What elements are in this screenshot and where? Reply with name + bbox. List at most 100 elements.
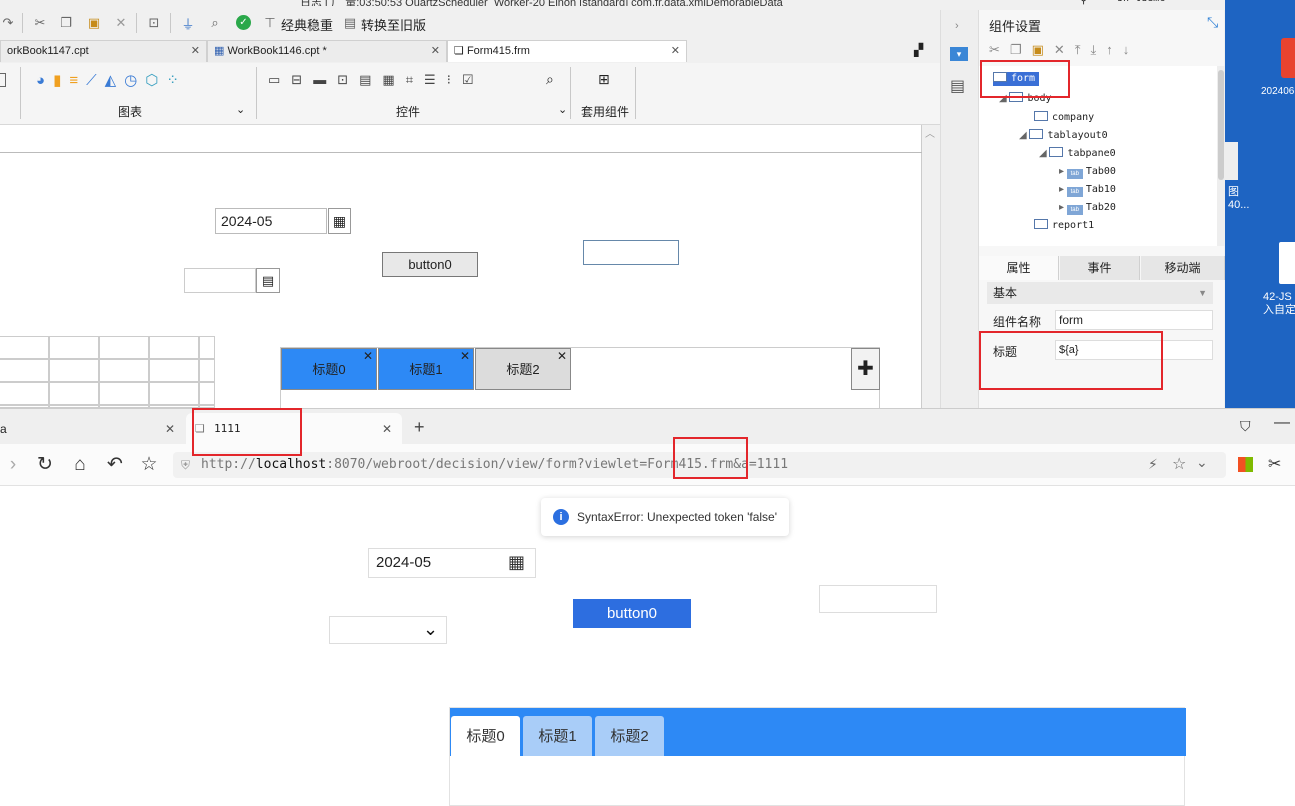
tree-node-tab20[interactable]: ▸ tab Tab20 (1059, 201, 1116, 215)
collapse-arrow-icon[interactable]: ⤡ (1207, 14, 1218, 31)
calendar-icon[interactable]: ▦ (508, 552, 525, 573)
delete-icon[interactable]: ✕ (113, 14, 129, 32)
canvas-combo-field[interactable] (184, 268, 256, 293)
page-button0[interactable]: button0 (573, 599, 691, 628)
new-tab-icon[interactable]: + (414, 417, 425, 438)
cut-icon[interactable]: ✂ (32, 14, 48, 32)
gauge-chart-icon[interactable]: ◷ (124, 72, 145, 89)
combo-dropdown-icon[interactable]: ▤ (256, 268, 280, 293)
bar-chart-icon[interactable]: ▮ (53, 72, 69, 89)
cut-icon[interactable]: ✂ (989, 42, 1010, 57)
shirt-icon[interactable]: ⛉ (1240, 418, 1251, 435)
forward-icon[interactable]: › (2, 454, 24, 476)
textarea-widget-icon[interactable]: ☰ (424, 72, 447, 87)
horizontal-bar-icon[interactable]: ≡ (69, 72, 86, 89)
component-name-input[interactable]: form (1055, 310, 1213, 330)
expand-down-icon[interactable]: ◢ (1019, 130, 1029, 141)
combo-widget-icon[interactable]: ⊡ (337, 72, 359, 87)
close-icon[interactable]: ✕ (557, 335, 567, 377)
add-favorite-icon[interactable]: ☆ (1172, 454, 1186, 474)
move-down-icon[interactable]: ↓ (1123, 42, 1140, 57)
checkbox-widget-icon[interactable]: ☑ (462, 72, 485, 87)
theme-icon[interactable]: ⊤ (262, 14, 278, 32)
page-text-field[interactable] (819, 585, 937, 613)
paste-icon[interactable]: ▣ (86, 14, 102, 32)
expand-right-icon[interactable]: ▸ (1059, 166, 1067, 177)
paste-icon[interactable]: ▣ (1032, 42, 1054, 57)
delete-icon[interactable]: ✕ (1054, 42, 1075, 57)
move-up-icon[interactable]: ↑ (1106, 42, 1123, 57)
copy-icon[interactable]: ❐ (1010, 42, 1032, 57)
chevron-right-icon[interactable]: › (955, 20, 959, 32)
copy-icon[interactable]: ❐ (58, 14, 74, 32)
close-icon[interactable]: ✕ (191, 41, 200, 61)
apps-icon[interactable] (1238, 457, 1253, 472)
canvas-report-grid[interactable] (0, 336, 215, 408)
tree-node-report1[interactable]: report1 (1034, 219, 1094, 233)
doc-tab-form415[interactable]: ❏ Form415.frm ✕ (447, 40, 687, 62)
canvas-tab-1[interactable]: 标题1 ✕ (378, 348, 474, 390)
scroll-up-icon[interactable]: ︿ (925, 125, 935, 140)
tree-scrollbar[interactable] (1217, 66, 1225, 246)
find-icon[interactable]: ⌕ (207, 14, 223, 32)
radio-widget-icon[interactable]: ⁝ (447, 72, 462, 87)
close-icon[interactable]: ✕ (671, 41, 680, 61)
move-bottom-icon[interactable]: ⤓ (1091, 42, 1107, 57)
tree-node-tabpane0[interactable]: ◢ tabpane0 (1039, 147, 1116, 161)
tree-node-tab00[interactable]: ▸ tab Tab00 (1059, 165, 1116, 179)
button-widget-icon[interactable]: ▬ (313, 72, 337, 87)
grid-widget-icon[interactable]: ▦ (382, 72, 405, 87)
doc-tab-workbook1146[interactable]: ▦ WorkBook1146.cpt * ✕ (207, 40, 447, 62)
canvas-tab-0[interactable]: 标题0 ✕ (281, 348, 377, 390)
expand-down-icon[interactable]: ◢ (1039, 148, 1049, 159)
radar-chart-icon[interactable]: ⬡ (145, 72, 166, 89)
page-combo-field[interactable]: ⌄ (329, 616, 447, 644)
favorite-star-icon[interactable]: ☆ (138, 454, 160, 476)
tab-properties[interactable]: 属性 (979, 256, 1059, 280)
tree-node-tab10[interactable]: ▸ tab Tab10 (1059, 183, 1116, 197)
lightning-icon[interactable]: ⚡ (1148, 456, 1158, 473)
close-icon[interactable]: ✕ (363, 335, 373, 377)
preview-icon[interactable]: ⊡ (146, 14, 162, 32)
doc-tab-workbook1147[interactable]: orkBook1147.cpt ✕ (0, 40, 207, 62)
component-panel-icon[interactable]: ▾ (950, 47, 968, 61)
browser-tab-a[interactable]: a ✕ (0, 413, 184, 445)
tree-node-company[interactable]: company (1034, 111, 1094, 125)
scissors-icon[interactable]: ✂ (1268, 454, 1281, 474)
pie-chart-icon[interactable]: ◕ (36, 72, 53, 89)
desktop-file-icon[interactable] (1279, 242, 1295, 284)
chevron-down-icon[interactable]: ⌄ (423, 619, 438, 640)
canvas-button0[interactable]: button0 (382, 252, 478, 277)
page-tab-2[interactable]: 标题2 (595, 716, 664, 756)
expand-right-icon[interactable]: ▸ (1059, 184, 1067, 195)
canvas-text-field[interactable] (583, 240, 679, 265)
line-chart-icon[interactable]: ⟋ (86, 72, 105, 89)
add-tab-icon[interactable]: ✚ (851, 348, 880, 390)
home-icon[interactable]: ⌂ (69, 454, 91, 476)
close-icon[interactable]: ✕ (165, 413, 175, 445)
expand-right-icon[interactable]: ▸ (1059, 202, 1067, 213)
switch-icon[interactable]: ▤ (342, 14, 358, 32)
search-widget-icon[interactable]: ⌕ (546, 71, 554, 88)
canvas-tab-2[interactable]: 标题2 ✕ (475, 348, 571, 390)
page-tab-0[interactable]: 标题0 (451, 716, 520, 756)
number-widget-icon[interactable]: ⌗ (406, 72, 424, 87)
chevron-down-icon[interactable]: ⌄ (236, 103, 245, 116)
plugin-icon[interactable]: ⏚ (180, 14, 196, 32)
desktop-app-icon[interactable] (1281, 38, 1295, 78)
canvas-date-field[interactable]: 2024-05 (215, 208, 327, 234)
classic-stable-button[interactable]: 经典稳重 (281, 15, 333, 34)
search-icon[interactable]: ⚲ (1080, 0, 1087, 6)
layout-panel-icon[interactable]: ▤ (950, 76, 965, 96)
chevron-down-icon[interactable]: ▼ (1198, 282, 1207, 304)
calendar-icon[interactable]: ▦ (328, 208, 351, 234)
scatter-chart-icon[interactable]: ⁘ (166, 72, 187, 89)
minimize-icon[interactable]: — (1274, 414, 1290, 432)
template-component-icon[interactable]: ⊞ (598, 71, 610, 88)
chevron-down-icon[interactable]: ⌄ (1196, 454, 1208, 471)
undo-icon[interactable]: ↶ (104, 454, 126, 476)
tab-mobile[interactable]: 移动端 (1141, 256, 1225, 280)
canvas-scrollbar[interactable]: ︿ (922, 125, 938, 408)
date-widget-icon[interactable]: ▤ (359, 72, 382, 87)
refresh-icon[interactable]: ↻ (34, 454, 56, 476)
